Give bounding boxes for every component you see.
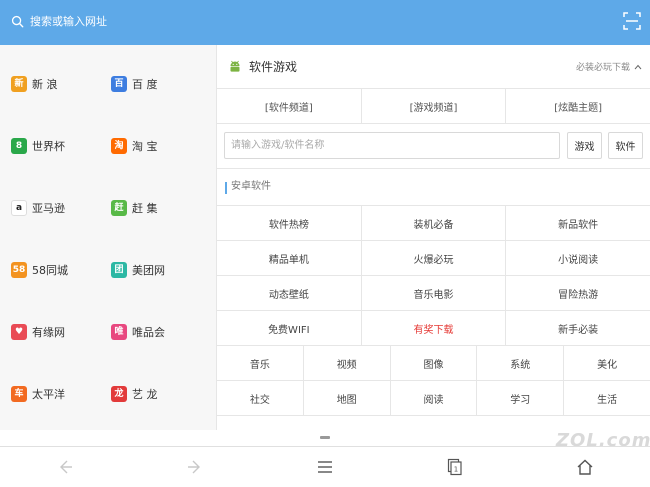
software-grid-row: 动态壁纸 音乐电影 冒险热游: [217, 276, 650, 311]
site-name: 亚马逊: [32, 202, 65, 215]
quick-site-item[interactable]: a 亚马逊: [11, 197, 65, 219]
quick-sites-panel: 新新 浪 百百 度 8 世界杯 淘淘 宝 a 亚马逊 赶赶 集 58 58同城 团美团网 ♥ 有缘网 唯唯…: [0, 45, 217, 430]
tag-link[interactable]: 系统: [477, 346, 565, 380]
software-category-link[interactable]: 精品单机: [217, 241, 362, 275]
site-logo-icon: 团: [111, 262, 127, 278]
tag-link[interactable]: 社交: [217, 381, 304, 415]
browser-app: 搜索或输入网址 新新 浪百百 度 8 世界杯淘淘 宝 a 亚马逊赶赶 集 58 58同城团美…: [0, 0, 650, 487]
site-logo-icon: 赶: [111, 200, 127, 216]
software-category-link[interactable]: 新品软件: [506, 206, 650, 240]
quick-site-item[interactable]: 新新 浪: [11, 73, 58, 95]
tag-grid-row: 音乐 视频 图像 系统 美化: [217, 346, 650, 381]
software-grid-row: 精品单机 火爆必玩 小说阅读: [217, 241, 650, 276]
site-name: 唯品会: [132, 326, 165, 339]
quick-site-item[interactable]: 58 58同城: [11, 259, 68, 281]
tag-link[interactable]: 美化: [564, 346, 650, 380]
site-logo-icon: 车: [11, 386, 27, 402]
software-grid-row: 软件热榜 装机必备 新品软件: [217, 206, 650, 241]
software-category-link[interactable]: 小说阅读: [506, 241, 650, 275]
app-search-row: 请输入游戏/软件名称 游戏 软件: [217, 124, 650, 168]
top-search-bar[interactable]: 搜索或输入网址: [0, 0, 650, 45]
software-games-panel: 软件游戏 必装必玩下载 [软件频道] [游戏频道] [炫酷主题] 请输入游戏/软…: [217, 45, 650, 430]
quick-site-item[interactable]: 车太平洋: [11, 383, 65, 405]
site-name: 新 浪: [32, 78, 58, 91]
software-category-link[interactable]: 软件热榜: [217, 206, 362, 240]
quick-site-item[interactable]: 赶赶 集: [111, 197, 158, 219]
tag-link[interactable]: 生活: [564, 381, 650, 415]
site-name: 艺 龙: [132, 388, 158, 401]
site-logo-icon: a: [11, 200, 27, 216]
software-category-link[interactable]: 装机必备: [362, 206, 507, 240]
site-name: 美团网: [132, 264, 165, 277]
tag-link[interactable]: 地图: [304, 381, 391, 415]
quick-site-item[interactable]: 8 世界杯: [11, 135, 65, 157]
home-icon[interactable]: [576, 458, 594, 476]
tag-grid-row: 社交 地图 阅读 学习 生活: [217, 381, 650, 416]
drag-handle[interactable]: [320, 436, 330, 439]
site-name: 有缘网: [32, 326, 65, 339]
site-logo-icon: 新: [11, 76, 27, 92]
site-logo-icon: 龙: [111, 386, 127, 402]
game-channel-link[interactable]: [游戏频道]: [362, 89, 507, 123]
site-logo-icon: 58: [11, 262, 27, 278]
quick-site-item[interactable]: 唯唯品会: [111, 321, 165, 343]
site-logo-icon: 唯: [111, 324, 127, 340]
site-logo-icon: ♥: [11, 324, 27, 340]
section-more-link[interactable]: 必装必玩下载: [576, 62, 630, 74]
software-grid-row: 免费WIFI 有奖下载 新手必装: [217, 311, 650, 346]
android-icon: [230, 60, 240, 72]
site-name: 58同城: [32, 264, 68, 277]
software-category-link[interactable]: 音乐电影: [362, 276, 507, 310]
quick-site-item[interactable]: 百百 度: [111, 73, 158, 95]
site-logo-icon: 百: [111, 76, 127, 92]
tag-grid: 音乐 视频 图像 系统 美化 社交 地图 阅读 学习 生活: [217, 346, 650, 416]
category-label: 安卓软件: [231, 181, 271, 192]
site-name: 淘 宝: [132, 140, 158, 153]
software-channel-link[interactable]: [软件频道]: [217, 89, 362, 123]
software-category-link[interactable]: 动态壁纸: [217, 276, 362, 310]
back-icon[interactable]: [56, 458, 74, 476]
theme-channel-link[interactable]: [炫酷主题]: [506, 89, 650, 123]
tag-link[interactable]: 视频: [304, 346, 391, 380]
software-category-link[interactable]: 新手必装: [506, 311, 650, 345]
site-logo-icon: 淘: [111, 138, 127, 154]
search-icon: [11, 15, 24, 28]
software-grid: 软件热榜 装机必备 新品软件 精品单机 火爆必玩 小说阅读 动态壁纸 音乐电影 冒险热游 免费WI…: [217, 206, 650, 346]
qr-scan-icon[interactable]: [623, 12, 641, 30]
chevron-up-icon[interactable]: [634, 63, 642, 71]
quick-site-item[interactable]: ♥ 有缘网: [11, 321, 65, 343]
software-category-link[interactable]: 有奖下载: [362, 311, 507, 345]
category-heading: 安卓软件: [217, 168, 650, 206]
section-header: 软件游戏 必装必玩下载: [217, 45, 650, 89]
site-name: 太平洋: [32, 388, 65, 401]
section-title: 软件游戏: [249, 60, 298, 74]
site-name: 赶 集: [132, 202, 158, 215]
channel-links: [软件频道] [游戏频道] [炫酷主题]: [217, 89, 650, 124]
search-software-button[interactable]: 软件: [608, 132, 643, 159]
quick-site-item[interactable]: 团美团网: [111, 259, 165, 281]
software-category-link[interactable]: 火爆必玩: [362, 241, 507, 275]
tabs-icon[interactable]: 1: [446, 458, 464, 476]
site-name: 百 度: [132, 78, 158, 91]
tabs-count: 1: [454, 466, 458, 474]
tag-link[interactable]: 学习: [477, 381, 565, 415]
category-accent-bar: [225, 182, 227, 194]
bottom-toolbar: 1: [0, 446, 650, 487]
app-search-input[interactable]: 请输入游戏/软件名称: [224, 132, 560, 159]
forward-icon[interactable]: [186, 458, 204, 476]
tag-link[interactable]: 图像: [391, 346, 478, 380]
search-placeholder[interactable]: 搜索或输入网址: [30, 14, 107, 30]
menu-icon[interactable]: [316, 458, 334, 476]
site-name: 世界杯: [32, 140, 65, 153]
quick-site-item[interactable]: 淘淘 宝: [111, 135, 158, 157]
quick-site-item[interactable]: 龙艺 龙: [111, 383, 158, 405]
tag-link[interactable]: 音乐: [217, 346, 304, 380]
software-category-link[interactable]: 冒险热游: [506, 276, 650, 310]
site-logo-icon: 8: [11, 138, 27, 154]
search-game-button[interactable]: 游戏: [567, 132, 602, 159]
tag-link[interactable]: 阅读: [391, 381, 478, 415]
software-category-link[interactable]: 免费WIFI: [217, 311, 362, 345]
